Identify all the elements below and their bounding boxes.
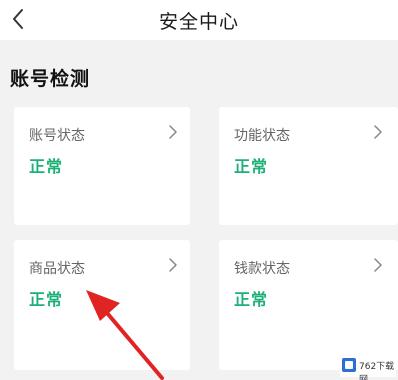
watermark-text: 762下载网 <box>359 362 395 380</box>
watermark: 762下载网 <box>340 355 396 380</box>
account-status-card[interactable]: 账号状态 正常 <box>14 107 190 225</box>
chevron-right-icon <box>169 125 177 139</box>
page-title: 安全中心 <box>158 11 239 33</box>
product-status-card[interactable]: 商品状态 正常 <box>14 240 190 370</box>
chevron-right-icon <box>374 125 382 139</box>
function-status-card[interactable]: 功能状态 正常 <box>219 107 398 225</box>
card-label: 商品状态 <box>29 261 85 277</box>
card-label: 功能状态 <box>234 128 290 144</box>
card-status: 正常 <box>29 290 64 309</box>
card-label: 账号状态 <box>29 128 85 144</box>
card-label: 钱款状态 <box>234 261 290 277</box>
watermark-logo-icon <box>342 358 356 372</box>
card-status: 正常 <box>29 157 64 176</box>
top-nav-bar: 安全中心 <box>0 0 398 40</box>
card-status: 正常 <box>234 290 269 309</box>
chevron-right-icon <box>374 258 382 272</box>
section-title: 账号检测 <box>10 68 91 90</box>
card-status: 正常 <box>234 157 269 176</box>
chevron-right-icon <box>169 258 177 272</box>
funds-status-card[interactable]: 钱款状态 正常 <box>219 240 398 370</box>
